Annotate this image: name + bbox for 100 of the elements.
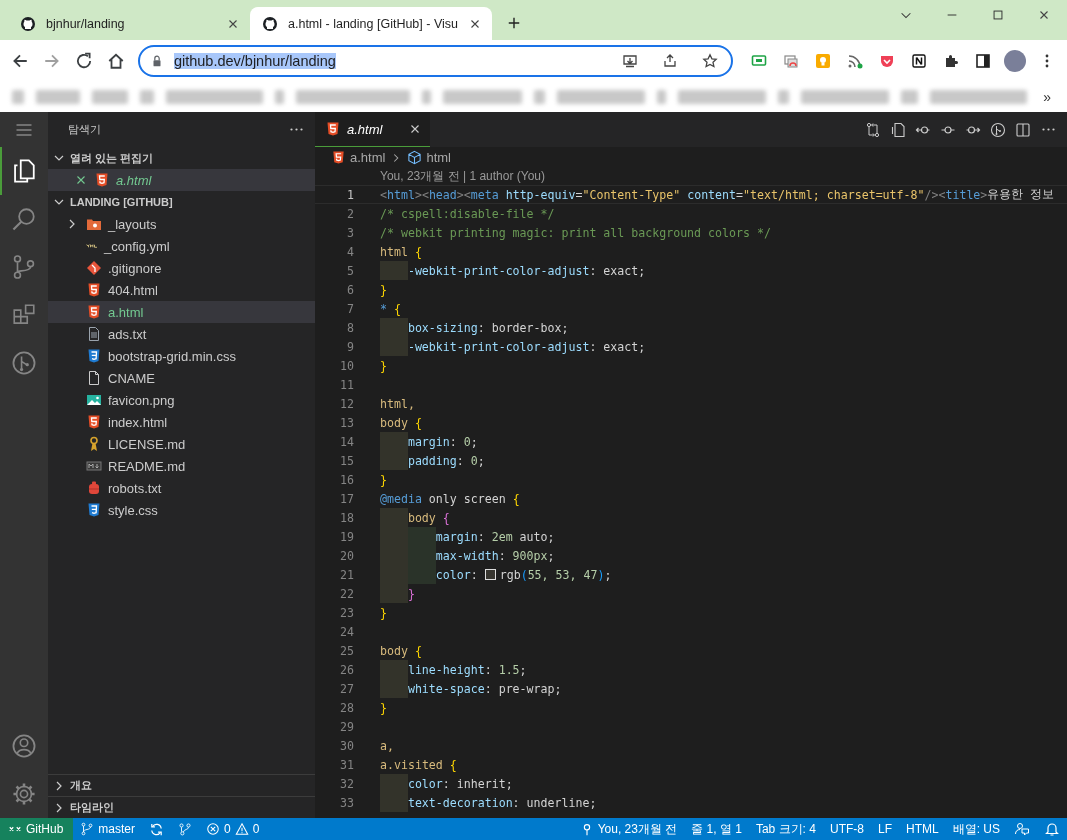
code-line: }	[380, 584, 415, 603]
line-number: 5	[346, 263, 354, 278]
blank-file-icon	[86, 370, 102, 386]
side-panel-icon	[975, 53, 992, 69]
problems-item[interactable]: 0 0	[199, 818, 267, 840]
html-file-icon	[325, 121, 341, 137]
settings-icon	[11, 781, 37, 807]
line-number: 17	[339, 491, 354, 506]
markdown-icon	[86, 458, 102, 474]
editor-tab[interactable]: a.html	[315, 112, 431, 147]
section-header[interactable]: LANDING [GITHUB]	[48, 191, 315, 213]
blurred-bookmark	[900, 90, 919, 104]
file-item[interactable]: LICENSE.md	[48, 433, 315, 455]
breadcrumb-item[interactable]: html	[426, 150, 451, 165]
browser-tab[interactable]: bjnhur/landing	[8, 7, 250, 40]
puzzle-icon	[943, 53, 960, 69]
status-item[interactable]: HTML	[899, 818, 946, 840]
status-item[interactable]: Tab 크기: 4	[748, 818, 823, 840]
address-bar[interactable]: github.dev/bjnhur/landing	[137, 45, 734, 77]
branch-item[interactable]: master	[73, 818, 143, 840]
file-item[interactable]: ads.txt	[48, 323, 315, 345]
more-actions-button[interactable]	[290, 128, 303, 131]
branch-icon	[80, 822, 95, 836]
diamond-icon	[86, 260, 102, 276]
blurred-bookmark	[92, 90, 128, 104]
blurred-bookmark	[274, 90, 284, 104]
code-line: }	[380, 604, 387, 622]
line-number: 32	[339, 776, 354, 791]
code-line: a.visited {	[380, 756, 457, 774]
feed-icon	[847, 53, 864, 69]
breadcrumb-item[interactable]: a.html	[350, 150, 386, 165]
html-file-icon	[86, 282, 102, 298]
file-item[interactable]: CNAME	[48, 367, 315, 389]
line-number: 16	[339, 472, 354, 487]
more-bookmarks-button[interactable]: »	[1039, 89, 1055, 105]
css-file-icon	[86, 502, 102, 518]
home-icon	[106, 52, 125, 70]
monitor-icon	[751, 53, 768, 69]
browser-tab[interactable]: a.html - landing [GitHub] - Visu	[250, 7, 492, 40]
status-item[interactable]: LF	[870, 818, 899, 840]
square-logo-icon	[911, 53, 928, 69]
status-item[interactable]: UTF-8	[822, 818, 871, 840]
files-icon	[11, 158, 37, 184]
section-title: 타임라인	[70, 800, 114, 815]
code-line: -webkit-print-color-adjust: exact;	[380, 337, 646, 356]
blurred-bookmark	[139, 90, 154, 104]
section-header[interactable]: 개요	[48, 774, 315, 796]
bell-icon	[1044, 821, 1060, 837]
code-line: /* cspell:disable-file */	[380, 205, 555, 223]
html-file-icon	[86, 304, 102, 320]
line-number: 30	[339, 738, 354, 753]
line-number: 10	[339, 358, 354, 373]
address-text[interactable]: github.dev/bjnhur/landing	[173, 53, 336, 69]
code-line: }	[380, 357, 387, 375]
code-line: margin: 2em auto;	[380, 527, 555, 546]
codelens-text[interactable]: You, 23개월 전 | 1 author (You)	[380, 168, 545, 185]
code-line: body {	[380, 508, 450, 527]
share-icon	[662, 53, 679, 69]
file-item[interactable]: a.html	[48, 301, 315, 323]
status-item[interactable]: You, 23개월 전	[572, 818, 685, 840]
reload-icon	[74, 52, 93, 70]
back-arrow-icon	[11, 52, 29, 70]
code-line: text-decoration: underline;	[380, 793, 597, 812]
file-item[interactable]: index.html	[48, 411, 315, 433]
file-item[interactable]: README.md	[48, 455, 315, 477]
split-editor-icon	[1015, 121, 1031, 138]
file-item[interactable]: style.css	[48, 499, 315, 521]
file-item[interactable]: robots.txt	[48, 477, 315, 499]
image-file-icon	[86, 392, 102, 408]
remote-indicator[interactable]: GitHub	[0, 818, 74, 840]
line-number: 7	[346, 301, 354, 316]
code-line: }	[380, 471, 387, 489]
error-icon	[206, 822, 221, 836]
code-line: body {	[380, 414, 422, 432]
code-line: /* webkit printing magic: print all background colors */	[380, 224, 771, 242]
search-icon	[11, 206, 37, 232]
document-icon	[890, 121, 906, 138]
html-file-icon	[94, 172, 110, 188]
line-number: 13	[339, 415, 354, 430]
line-number: 25	[339, 643, 354, 658]
file-item[interactable]: bootstrap-grid.min.css	[48, 345, 315, 367]
plus-icon	[507, 16, 521, 30]
graph-icon	[11, 350, 37, 376]
folder-item[interactable]: _layouts	[48, 213, 315, 235]
file-item[interactable]: favicon.png	[48, 389, 315, 411]
line-number: 28	[339, 700, 354, 715]
file-item[interactable]: 404.html	[48, 279, 315, 301]
avatar-icon	[1004, 50, 1027, 72]
section-header[interactable]: 열려 있는 편집기	[48, 147, 315, 169]
open-editor-item[interactable]: a.html	[48, 169, 315, 191]
compare-icon	[865, 121, 881, 138]
line-number: 3	[346, 225, 354, 240]
code-line: @media only screen {	[380, 490, 520, 508]
code-line: a,	[380, 737, 394, 755]
status-item[interactable]: 배열: US	[945, 818, 1007, 840]
file-item[interactable]: .gitignore	[48, 257, 315, 279]
status-item[interactable]: 줄 1, 열 1	[684, 818, 749, 840]
code-line: -webkit-print-color-adjust: exact;	[380, 261, 646, 280]
file-item[interactable]: _config.yml	[48, 235, 315, 257]
line-number: 27	[339, 681, 354, 696]
